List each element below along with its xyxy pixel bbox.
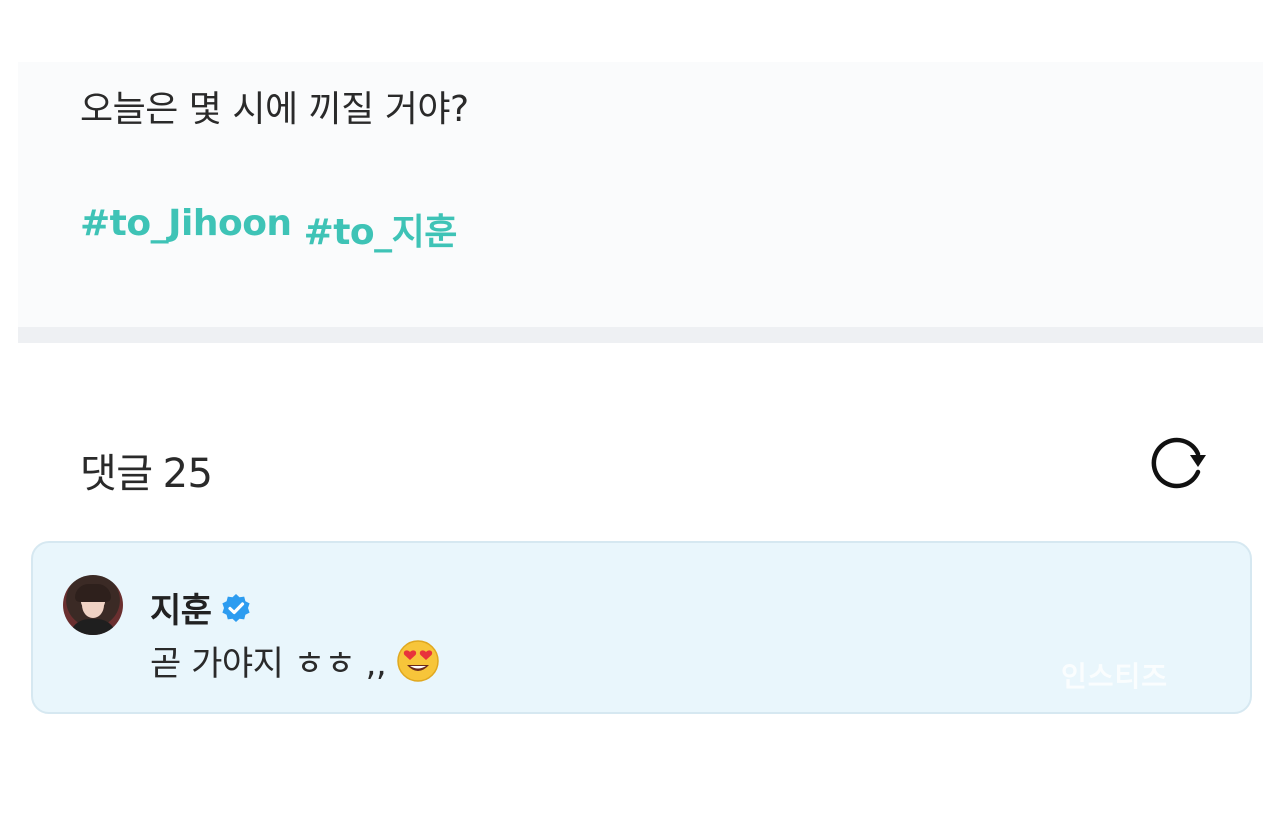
comment-text: 곧 가야지 ㅎㅎ ,, [150, 644, 387, 684]
comment-body: 곧 가야지 ㅎㅎ ,, [150, 636, 440, 685]
refresh-icon [1151, 437, 1206, 489]
post-text: 오늘은 몇 시에 끼질 거야? [80, 89, 469, 130]
avatar-shirt [69, 619, 117, 635]
comments-label: 댓글 [80, 451, 153, 497]
heart-eyes-emoji-icon [397, 639, 439, 682]
comment-card: 지훈 곧 가야지 ㅎㅎ ,, 인스티즈 [31, 541, 1252, 714]
comment-username[interactable]: 지훈 [150, 583, 212, 632]
comments-header: 댓글 25 [80, 441, 213, 499]
avatar[interactable] [63, 575, 123, 635]
section-divider [18, 327, 1263, 343]
hashtag-to-jihoon[interactable]: #to_Jihoon [80, 203, 292, 255]
comment-author-row: 지훈 [150, 583, 252, 632]
comments-count: 25 [162, 451, 213, 497]
avatar-hair [75, 584, 111, 602]
hashtag-list: #to_Jihoon #to_지훈 [80, 203, 457, 255]
page: 오늘은 몇 시에 끼질 거야? #to_Jihoon #to_지훈 댓글 25 지… [0, 0, 1284, 813]
hashtag-to-jihoon-korean[interactable]: #to_지훈 [304, 203, 458, 255]
refresh-button[interactable] [1144, 432, 1210, 494]
watermark: 인스티즈 [1061, 660, 1169, 693]
verified-badge-icon [221, 593, 250, 622]
